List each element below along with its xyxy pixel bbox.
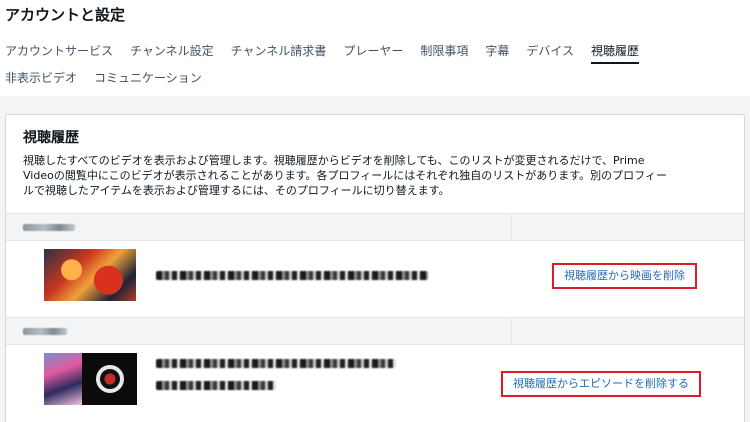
redacted-subtitle	[156, 381, 276, 390]
history-date-header	[6, 317, 744, 345]
redacted-date	[23, 224, 75, 231]
tab-player[interactable]: プレーヤー	[343, 38, 403, 64]
tab-hidden-videos[interactable]: 非表示ビデオ	[5, 65, 77, 91]
description-line: ルで視聴したアイテムを表示および管理するには、そのプロフィールに切り替えます。	[23, 184, 450, 197]
tab-restrictions[interactable]: 制限事項	[420, 38, 468, 64]
tab-channel-settings[interactable]: チャンネル設定	[130, 38, 214, 64]
description-line: Videoの閲覧中にこのビデオが表示されることがあります。各プロフィールにはそれ…	[23, 169, 667, 182]
description-line: 視聴したすべてのビデオを表示および管理します。視聴履歴からビデオを削除しても、こ…	[23, 154, 645, 167]
series-thumbnail[interactable]	[44, 353, 82, 405]
redacted-title	[156, 271, 428, 280]
card-description: 視聴したすべてのビデオを表示および管理します。視聴履歴からビデオを削除しても、こ…	[23, 153, 723, 198]
card-title: 視聴履歴	[23, 130, 79, 146]
page-title: アカウントと設定	[5, 6, 126, 24]
tab-devices[interactable]: デバイス	[526, 38, 574, 64]
history-date-header	[6, 213, 744, 241]
remove-movie-button[interactable]: 視聴履歴から映画を削除	[552, 263, 697, 289]
history-row-movie: 視聴履歴から映画を削除	[6, 241, 744, 309]
tab-account-services[interactable]: アカウントサービス	[5, 38, 113, 64]
tab-communications[interactable]: コミュニケーション	[94, 65, 202, 91]
history-row-episode: 視聴履歴からエピソードを削除する	[6, 345, 744, 413]
divider	[511, 214, 512, 240]
movie-thumbnail[interactable]	[44, 249, 136, 301]
divider	[511, 318, 512, 344]
watch-history-card: 視聴履歴 視聴したすべてのビデオを表示および管理します。視聴履歴からビデオを削除…	[5, 114, 745, 422]
redacted-date	[23, 328, 67, 335]
tab-channel-invoices[interactable]: チャンネル請求書	[231, 38, 327, 64]
tab-subtitles[interactable]: 字幕	[485, 38, 509, 64]
settings-tabs-row-1: アカウントサービス チャンネル設定 チャンネル請求書 プレーヤー 制限事項 字幕…	[0, 38, 640, 64]
tab-watch-history[interactable]: 視聴履歴	[591, 38, 640, 64]
settings-tabs-row-2: 非表示ビデオ コミュニケーション	[0, 65, 202, 91]
redacted-title	[156, 359, 396, 368]
remove-episode-button[interactable]: 視聴履歴からエピソードを削除する	[501, 371, 701, 397]
episode-thumbnail[interactable]	[82, 353, 137, 405]
account-settings-page: アカウントと設定 アカウントサービス チャンネル設定 チャンネル請求書 プレーヤ…	[0, 0, 750, 422]
